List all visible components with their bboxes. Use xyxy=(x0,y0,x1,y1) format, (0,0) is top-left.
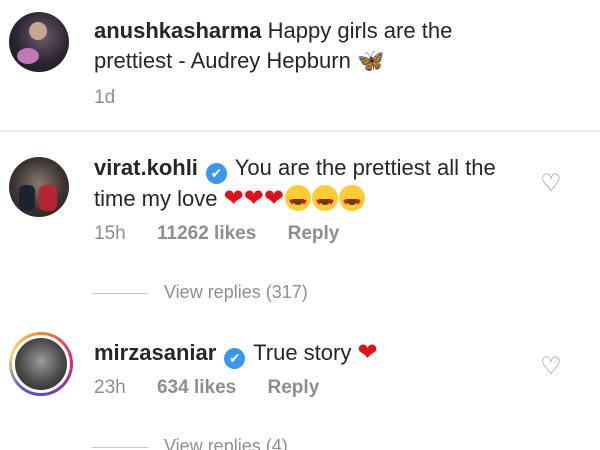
red-heart-emoji: ❤❤❤ xyxy=(223,185,284,212)
heart-eyes-emoji xyxy=(311,185,338,218)
avatar-face xyxy=(29,22,47,40)
post-caption: anushkasharma Happy girls are the pretti… xyxy=(0,0,600,128)
comment-username[interactable]: virat.kohli xyxy=(94,155,198,180)
like-heart-icon[interactable]: ♡ xyxy=(540,172,562,196)
butterfly-emoji: 🦋 xyxy=(356,48,385,73)
comment-meta: 23h 634 likes Reply xyxy=(94,376,345,400)
view-replies-line xyxy=(92,446,148,448)
divider xyxy=(0,130,600,132)
view-replies-label: View replies (4) xyxy=(164,436,288,450)
comment-text: mirzasaniar ✔ True story ❤ xyxy=(94,338,534,369)
red-heart-emoji: ❤ xyxy=(357,339,378,366)
caption-time: 1d xyxy=(94,87,116,108)
comment-meta: 15h 11262 likes Reply xyxy=(94,222,365,246)
heart-eyes-emoji xyxy=(338,185,365,218)
verified-icon: ✔ xyxy=(206,163,228,184)
avatar[interactable] xyxy=(9,157,69,217)
heart-eyes-emoji xyxy=(284,185,311,218)
reply-button[interactable]: Reply xyxy=(288,222,340,246)
view-replies-button[interactable]: View replies (317) xyxy=(92,280,308,304)
avatar-figure-suit xyxy=(19,185,35,211)
avatar-flowers xyxy=(17,48,39,64)
reply-button[interactable]: Reply xyxy=(268,376,320,400)
caption-username[interactable]: anushkasharma xyxy=(94,18,262,43)
avatar-photo xyxy=(12,335,70,393)
comment: virat.kohli ✔ You are the prettiest all … xyxy=(0,147,600,267)
view-replies-label: View replies (317) xyxy=(164,282,308,302)
view-replies-line xyxy=(92,292,148,294)
comment-username[interactable]: mirzasaniar xyxy=(94,340,216,365)
comment-body: True story xyxy=(253,340,352,365)
verified-icon: ✔ xyxy=(224,348,246,369)
comment-text: virat.kohli ✔ You are the prettiest all … xyxy=(94,153,514,218)
comment: mirzasaniar ✔ True story ❤ 23h 634 likes… xyxy=(0,330,600,410)
avatar[interactable] xyxy=(9,332,73,396)
avatar-figure-dress xyxy=(39,185,57,211)
comment-time: 23h xyxy=(94,377,126,398)
caption-text: anushkasharma Happy girls are the pretti… xyxy=(94,16,514,76)
avatar[interactable] xyxy=(9,12,69,72)
likes-count[interactable]: 634 likes xyxy=(157,376,236,400)
view-replies-button[interactable]: View replies (4) xyxy=(92,434,288,450)
like-heart-icon[interactable]: ♡ xyxy=(540,355,562,379)
caption-meta: 1d xyxy=(94,86,141,110)
likes-count[interactable]: 11262 likes xyxy=(157,222,256,246)
comment-time: 15h xyxy=(94,223,126,244)
